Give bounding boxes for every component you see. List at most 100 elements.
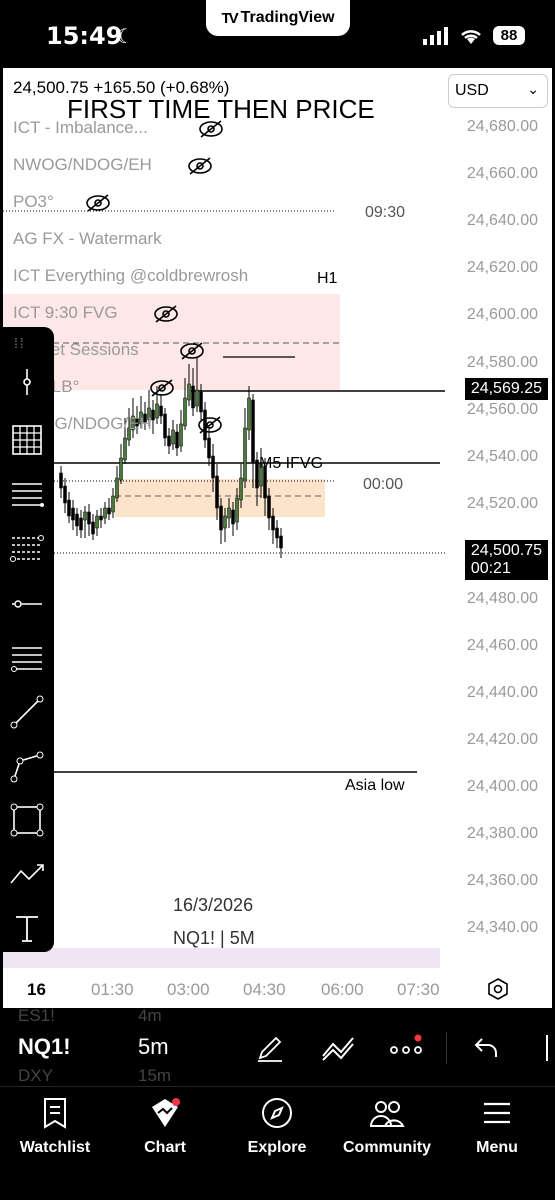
candle-body: [251, 399, 255, 463]
price-scale-label: 24,540.00: [466, 448, 538, 465]
eye-hidden-icon[interactable]: [187, 156, 213, 176]
price-scale-label: 24,620.00: [466, 259, 538, 276]
community-icon: [332, 1095, 442, 1131]
text-icon[interactable]: [6, 907, 48, 949]
path-icon[interactable]: [6, 745, 48, 787]
nav-label: Chart: [144, 1139, 186, 1156]
undo-icon[interactable]: [468, 1030, 504, 1066]
battery-badge: 88: [493, 26, 525, 45]
rectangle-icon[interactable]: [6, 799, 48, 841]
label-0000: 00:00: [363, 476, 404, 493]
wifi-icon: [461, 29, 481, 44]
candle-body: [99, 515, 103, 521]
compass-icon: [222, 1095, 332, 1131]
price-scale-label: 24,420.00: [466, 731, 538, 748]
fib-levels-icon[interactable]: [6, 637, 48, 679]
candle-body: [199, 391, 203, 413]
candle-body: [275, 527, 279, 539]
forecast-icon[interactable]: [6, 853, 48, 895]
indicator-label[interactable]: ICT - Imbalance...: [13, 118, 148, 138]
toolbar-divider: [446, 1032, 447, 1064]
price-scale-label: 24,480.00: [466, 590, 538, 607]
eye-hidden-icon[interactable]: [197, 415, 223, 435]
nav-chart[interactable]: Chart: [110, 1095, 220, 1157]
label-0930: 09:30: [365, 204, 406, 221]
time-axis-label: 03:00: [167, 980, 210, 999]
status-bar: 15:49 ☾ TV TradingView 88: [0, 0, 555, 68]
app-name: TradingView: [240, 9, 335, 26]
time-axis-label: 06:00: [321, 980, 364, 999]
ghost-tf-above: 4m: [138, 1006, 162, 1025]
chart-canvas[interactable]: 24,500.75 +165.50 (+0.68%) FIRST TIME TH…: [3, 68, 552, 1008]
vertical-line-icon[interactable]: [6, 361, 48, 403]
indicators-icon[interactable]: [320, 1030, 356, 1066]
nav-explore[interactable]: Explore: [222, 1095, 332, 1157]
symbol-selector[interactable]: NQ1!: [18, 1034, 71, 1060]
settings-hexagon-icon[interactable]: [487, 978, 509, 1000]
indicator-label[interactable]: ICT 9:30 FVG: [13, 303, 118, 323]
redo-icon[interactable]: [530, 1030, 555, 1066]
candle-body: [103, 507, 107, 519]
candle-body: [115, 477, 119, 499]
eye-hidden-icon[interactable]: [198, 119, 224, 139]
app-pill[interactable]: TV TradingView: [206, 0, 350, 36]
price-highlight: 24,569.25: [470, 380, 542, 397]
menu-icon: [442, 1095, 552, 1131]
trend-line-icon[interactable]: [6, 691, 48, 733]
candle-body: [279, 535, 283, 549]
price-scale-label: 24,380.00: [466, 825, 538, 842]
nav-label: Explore: [247, 1139, 307, 1156]
candle-body: [183, 397, 187, 427]
watchlist-icon: [0, 1095, 110, 1131]
price-scale-label: 24,560.00: [466, 401, 538, 418]
price-scale-label: 24,440.00: [466, 684, 538, 701]
grip-icon[interactable]: ⁞⁞: [14, 335, 26, 351]
price-highlight-box: 24,569.25: [464, 378, 548, 400]
eye-hidden-icon[interactable]: [153, 304, 179, 324]
candle-body: [119, 457, 123, 481]
ghost-tf-below: 15m: [138, 1066, 172, 1085]
candle-body: [211, 455, 215, 479]
candle-body: [63, 485, 67, 504]
time-axis-label: 07:30: [397, 980, 440, 999]
indicator-label[interactable]: ICT Everything @coldbrewrosh: [13, 266, 248, 286]
more-options-icon[interactable]: [388, 1030, 424, 1066]
price-scale-label: 24,680.00: [466, 118, 538, 135]
candle-body: [123, 437, 127, 461]
horizontal-lines-icon[interactable]: [6, 473, 48, 515]
current-price-box: 24,500.75 00:21: [464, 540, 548, 580]
currency-select[interactable]: USD ⌄: [448, 74, 548, 108]
price-scale-label: 24,660.00: [466, 165, 538, 182]
candle-body: [79, 517, 83, 531]
candle-body: [271, 515, 275, 531]
candle-body: [163, 413, 167, 439]
nav-label: Menu: [476, 1139, 518, 1156]
eye-hidden-icon[interactable]: [149, 378, 175, 398]
candle-body: [75, 513, 79, 527]
candle-body: [267, 495, 271, 519]
candle-body: [219, 505, 223, 531]
indicator-label[interactable]: PO3°: [13, 192, 54, 212]
candle-body: [155, 403, 159, 419]
candle-body: [83, 511, 87, 521]
ghost-symbol-above: ES1!: [18, 1006, 55, 1025]
horizontal-ray-icon[interactable]: [6, 583, 48, 625]
grid-icon[interactable]: [6, 419, 48, 461]
fib-icon[interactable]: [6, 527, 48, 569]
nav-community[interactable]: Community: [332, 1095, 442, 1157]
price-scale-label: 24,340.00: [466, 919, 538, 936]
eye-hidden-icon[interactable]: [179, 341, 205, 361]
draw-pen-icon[interactable]: [252, 1030, 288, 1066]
timeframe-selector[interactable]: 5m: [138, 1034, 169, 1060]
nav-menu[interactable]: Menu: [442, 1095, 552, 1157]
indicator-label[interactable]: NWOG/NDOG/EH: [13, 155, 152, 175]
candle-body: [239, 477, 243, 501]
eye-hidden-icon[interactable]: [85, 193, 111, 213]
candle-body: [91, 521, 95, 535]
nav-watchlist[interactable]: Watchlist: [0, 1095, 110, 1157]
status-icons: 88: [423, 26, 525, 45]
indicator-label[interactable]: AG FX - Watermark: [13, 229, 162, 249]
candle-body: [159, 405, 163, 417]
label-m5-ifvg: M5 IFVG: [259, 455, 324, 472]
candle-body: [207, 437, 211, 459]
